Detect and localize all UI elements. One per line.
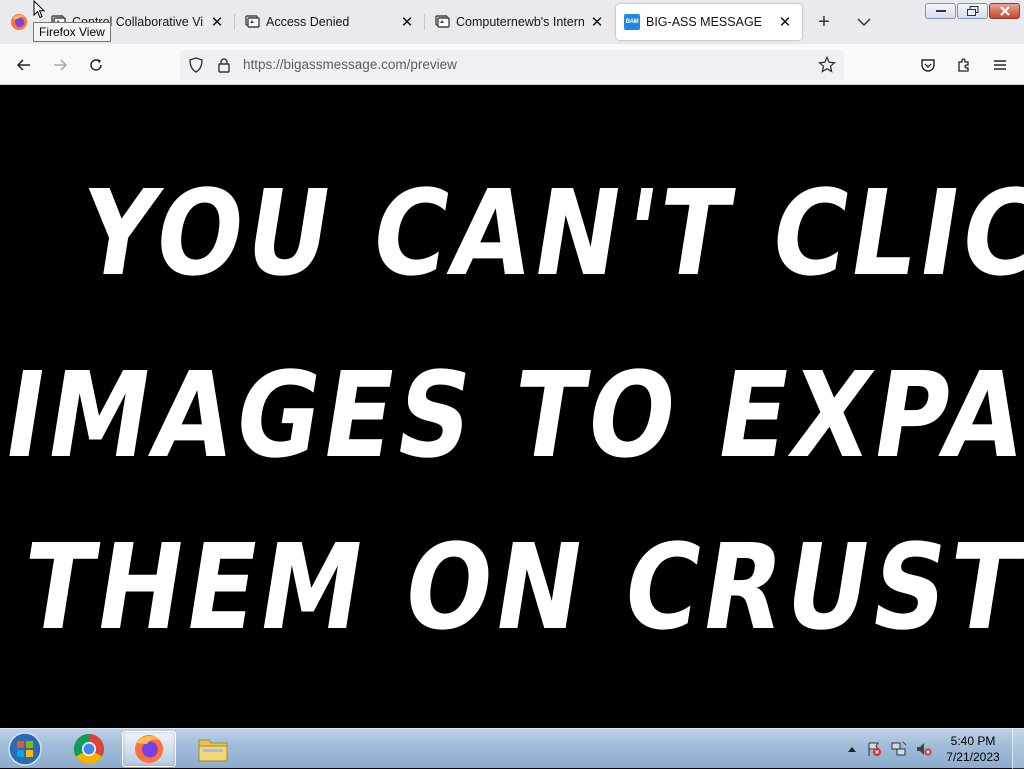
new-tab-button[interactable]: + [812, 10, 836, 34]
show-hidden-icons-arrow-icon[interactable] [844, 741, 860, 757]
firefox-view-tooltip: Firefox View [33, 22, 111, 42]
list-all-tabs-button[interactable] [852, 10, 876, 34]
firefox-logo-icon [11, 14, 27, 30]
minimize-button[interactable] [925, 3, 956, 19]
clock-date: 7/21/2023 [946, 750, 1000, 764]
system-clock[interactable]: 5:40 PM 7/21/2023 [940, 733, 1006, 765]
favicon-text: BAM [625, 19, 639, 25]
show-desktop-button[interactable] [1012, 729, 1024, 769]
tab-divider [424, 14, 425, 30]
firefox-view-button[interactable] [4, 5, 34, 39]
message-line-2: IMAGES TO EXPAND [0, 346, 1024, 484]
tab-title: Computernewb's Interne [456, 15, 584, 29]
maximize-button[interactable] [957, 3, 988, 19]
taskbar-chrome[interactable] [62, 731, 116, 767]
puzzle-piece-icon [958, 58, 969, 72]
tab-strip: Control Collaborative Vir ✕ Access Denie… [0, 0, 1024, 44]
tab-computernewb[interactable]: Computernewb's Interne ✕ [434, 4, 606, 40]
reload-button[interactable] [83, 52, 109, 78]
lock-icon[interactable] [216, 57, 232, 78]
firefox-icon [135, 735, 163, 763]
pocket-button[interactable] [915, 52, 941, 78]
close-window-button[interactable] [989, 3, 1020, 19]
restore-icon [966, 6, 978, 16]
taskbar-file-explorer[interactable] [186, 731, 240, 767]
message-line-1: YOU CAN'T CLICK [71, 164, 1024, 302]
tab-title: Access Denied [266, 15, 350, 29]
message-line-3: THEM ON CRUSTYW [13, 518, 1024, 656]
hamburger-menu-icon [994, 60, 1006, 70]
volume-muted-icon[interactable] [916, 741, 932, 757]
bam-icon: BAM [624, 14, 640, 30]
plus-icon: + [818, 10, 830, 33]
taskbar-firefox[interactable] [122, 731, 176, 767]
minimize-icon [935, 10, 946, 12]
vm-icon [244, 14, 260, 30]
tracking-protection-shield-icon[interactable] [188, 57, 204, 78]
arrow-right-icon [54, 59, 68, 71]
url-text[interactable]: https://bigassmessage.com/preview [243, 57, 457, 72]
bookmark-star-icon[interactable] [818, 55, 836, 79]
extensions-button[interactable] [951, 52, 977, 78]
chevron-down-icon [857, 18, 871, 27]
vm-icon [434, 14, 450, 30]
mouse-cursor-icon [33, 0, 45, 19]
tab-title: BIG-ASS MESSAGE [646, 15, 763, 29]
app-menu-button[interactable] [987, 52, 1013, 78]
taskbar: 5:40 PM 7/21/2023 [0, 728, 1024, 769]
arrow-left-icon [16, 59, 30, 71]
close-icon[interactable]: ✕ [398, 13, 416, 31]
tab-divider [234, 14, 235, 30]
close-icon [999, 6, 1010, 16]
navigation-toolbar: https://bigassmessage.com/preview [0, 44, 1024, 85]
forward-button[interactable] [47, 52, 73, 78]
action-center-flag-icon[interactable] [866, 741, 882, 757]
network-icon[interactable] [891, 741, 907, 757]
reload-icon [90, 59, 102, 71]
clock-time: 5:40 PM [950, 734, 996, 748]
folder-icon [198, 739, 228, 762]
back-button[interactable] [11, 52, 37, 78]
pocket-icon [921, 59, 935, 72]
chrome-icon [73, 734, 105, 765]
windows-start-orb-icon [8, 732, 42, 766]
page-content: YOU CAN'T CLICK IMAGES TO EXPAND THEM ON… [0, 86, 1024, 728]
url-bar[interactable]: https://bigassmessage.com/preview [180, 50, 844, 80]
close-icon[interactable]: ✕ [588, 13, 606, 31]
start-button[interactable] [5, 731, 45, 767]
close-icon[interactable]: ✕ [776, 13, 794, 31]
close-icon[interactable]: ✕ [208, 13, 226, 31]
tab-access-denied[interactable]: Access Denied ✕ [244, 4, 416, 40]
tab-big-ass-message[interactable]: BAM BIG-ASS MESSAGE ✕ [616, 4, 802, 40]
